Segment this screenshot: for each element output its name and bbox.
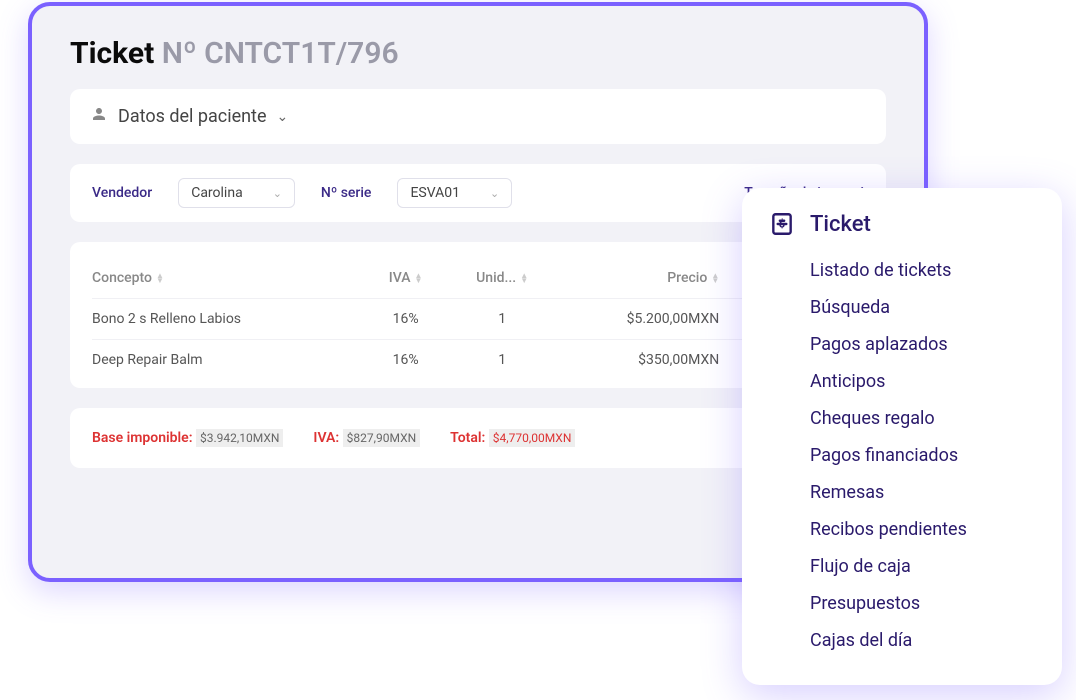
cell-iva: 16% — [393, 352, 419, 368]
header-units-label: Unid... — [476, 270, 516, 286]
patient-label: Datos del paciente — [118, 106, 267, 127]
svg-text:$: $ — [779, 217, 785, 230]
header-price-label: Precio — [667, 270, 707, 286]
menu-item-presupuestos[interactable]: Presupuestos — [810, 585, 1036, 622]
serie-select[interactable]: ESVA01 ⌄ — [397, 178, 512, 208]
menu-item-pagos-aplazados[interactable]: Pagos aplazados — [810, 326, 1036, 363]
cell-units: 1 — [498, 311, 506, 327]
menu-list: Listado de tickets Búsqueda Pagos aplaza… — [810, 252, 1036, 659]
cell-price: $5.200,00MXN — [627, 311, 720, 327]
iva-label: IVA: — [313, 430, 339, 446]
header-iva-label: IVA — [389, 270, 411, 286]
chevron-down-icon: ⌄ — [273, 187, 282, 200]
iva-value: $827,90MXN — [343, 429, 421, 447]
total-value: $4,770,00MXN — [489, 429, 576, 447]
cell-iva: 16% — [393, 311, 419, 327]
chevron-down-icon: ⌄ — [490, 187, 499, 200]
menu-item-anticipos[interactable]: Anticipos — [810, 363, 1036, 400]
cell-units: 1 — [498, 352, 506, 368]
menu-item-cheques[interactable]: Cheques regalo — [810, 400, 1036, 437]
menu-title: Ticket — [810, 212, 871, 237]
serie-value: ESVA01 — [410, 185, 460, 201]
base-label: Base imponible: — [92, 430, 193, 446]
header-concept[interactable]: Concepto ▲▼ — [92, 270, 357, 286]
vendor-label: Vendedor — [92, 185, 152, 201]
header-iva[interactable]: IVA ▲▼ — [389, 270, 423, 286]
menu-item-cajas[interactable]: Cajas del día — [810, 622, 1036, 659]
chevron-down-icon: ⌄ — [277, 109, 289, 125]
total-group: Total: $4,770,00MXN — [450, 430, 575, 446]
menu-item-listado[interactable]: Listado de tickets — [810, 252, 1036, 289]
header-concept-label: Concepto — [92, 270, 152, 286]
vendor-select[interactable]: Carolina ⌄ — [178, 178, 295, 208]
sort-icon: ▲▼ — [711, 273, 719, 283]
menu-item-recibos[interactable]: Recibos pendientes — [810, 511, 1036, 548]
patient-dropdown[interactable]: Datos del paciente ⌄ — [70, 89, 886, 144]
base-group: Base imponible: $3.942,10MXN — [92, 430, 283, 446]
vendor-value: Carolina — [191, 185, 242, 201]
menu-header: $ Ticket — [768, 210, 1036, 238]
title-number: Nº CNTCT1T/796 — [162, 36, 399, 71]
menu-item-busqueda[interactable]: Búsqueda — [810, 289, 1036, 326]
receipt-icon: $ — [768, 210, 796, 238]
ticket-menu: $ Ticket Listado de tickets Búsqueda Pag… — [742, 188, 1062, 685]
sort-icon: ▲▼ — [415, 273, 423, 283]
base-value: $3.942,10MXN — [196, 429, 283, 447]
menu-item-remesas[interactable]: Remesas — [810, 474, 1036, 511]
serie-label: Nº serie — [321, 185, 372, 201]
menu-item-financiados[interactable]: Pagos financiados — [810, 437, 1036, 474]
sort-icon: ▲▼ — [156, 273, 164, 283]
total-label: Total: — [450, 430, 485, 446]
cell-concept: Deep Repair Balm — [92, 352, 357, 368]
page-title: Ticket Nº CNTCT1T/796 — [70, 36, 886, 71]
iva-group: IVA: $827,90MXN — [313, 430, 420, 446]
cell-price: $350,00MXN — [638, 352, 719, 368]
title-label: Ticket — [70, 36, 154, 71]
menu-item-flujo[interactable]: Flujo de caja — [810, 548, 1036, 585]
header-price[interactable]: Precio ▲▼ — [667, 270, 719, 286]
sort-icon: ▲▼ — [520, 273, 528, 283]
cell-concept: Bono 2 s Relleno Labios — [92, 311, 357, 327]
person-icon — [90, 105, 108, 128]
header-units[interactable]: Unid... ▲▼ — [476, 270, 528, 286]
